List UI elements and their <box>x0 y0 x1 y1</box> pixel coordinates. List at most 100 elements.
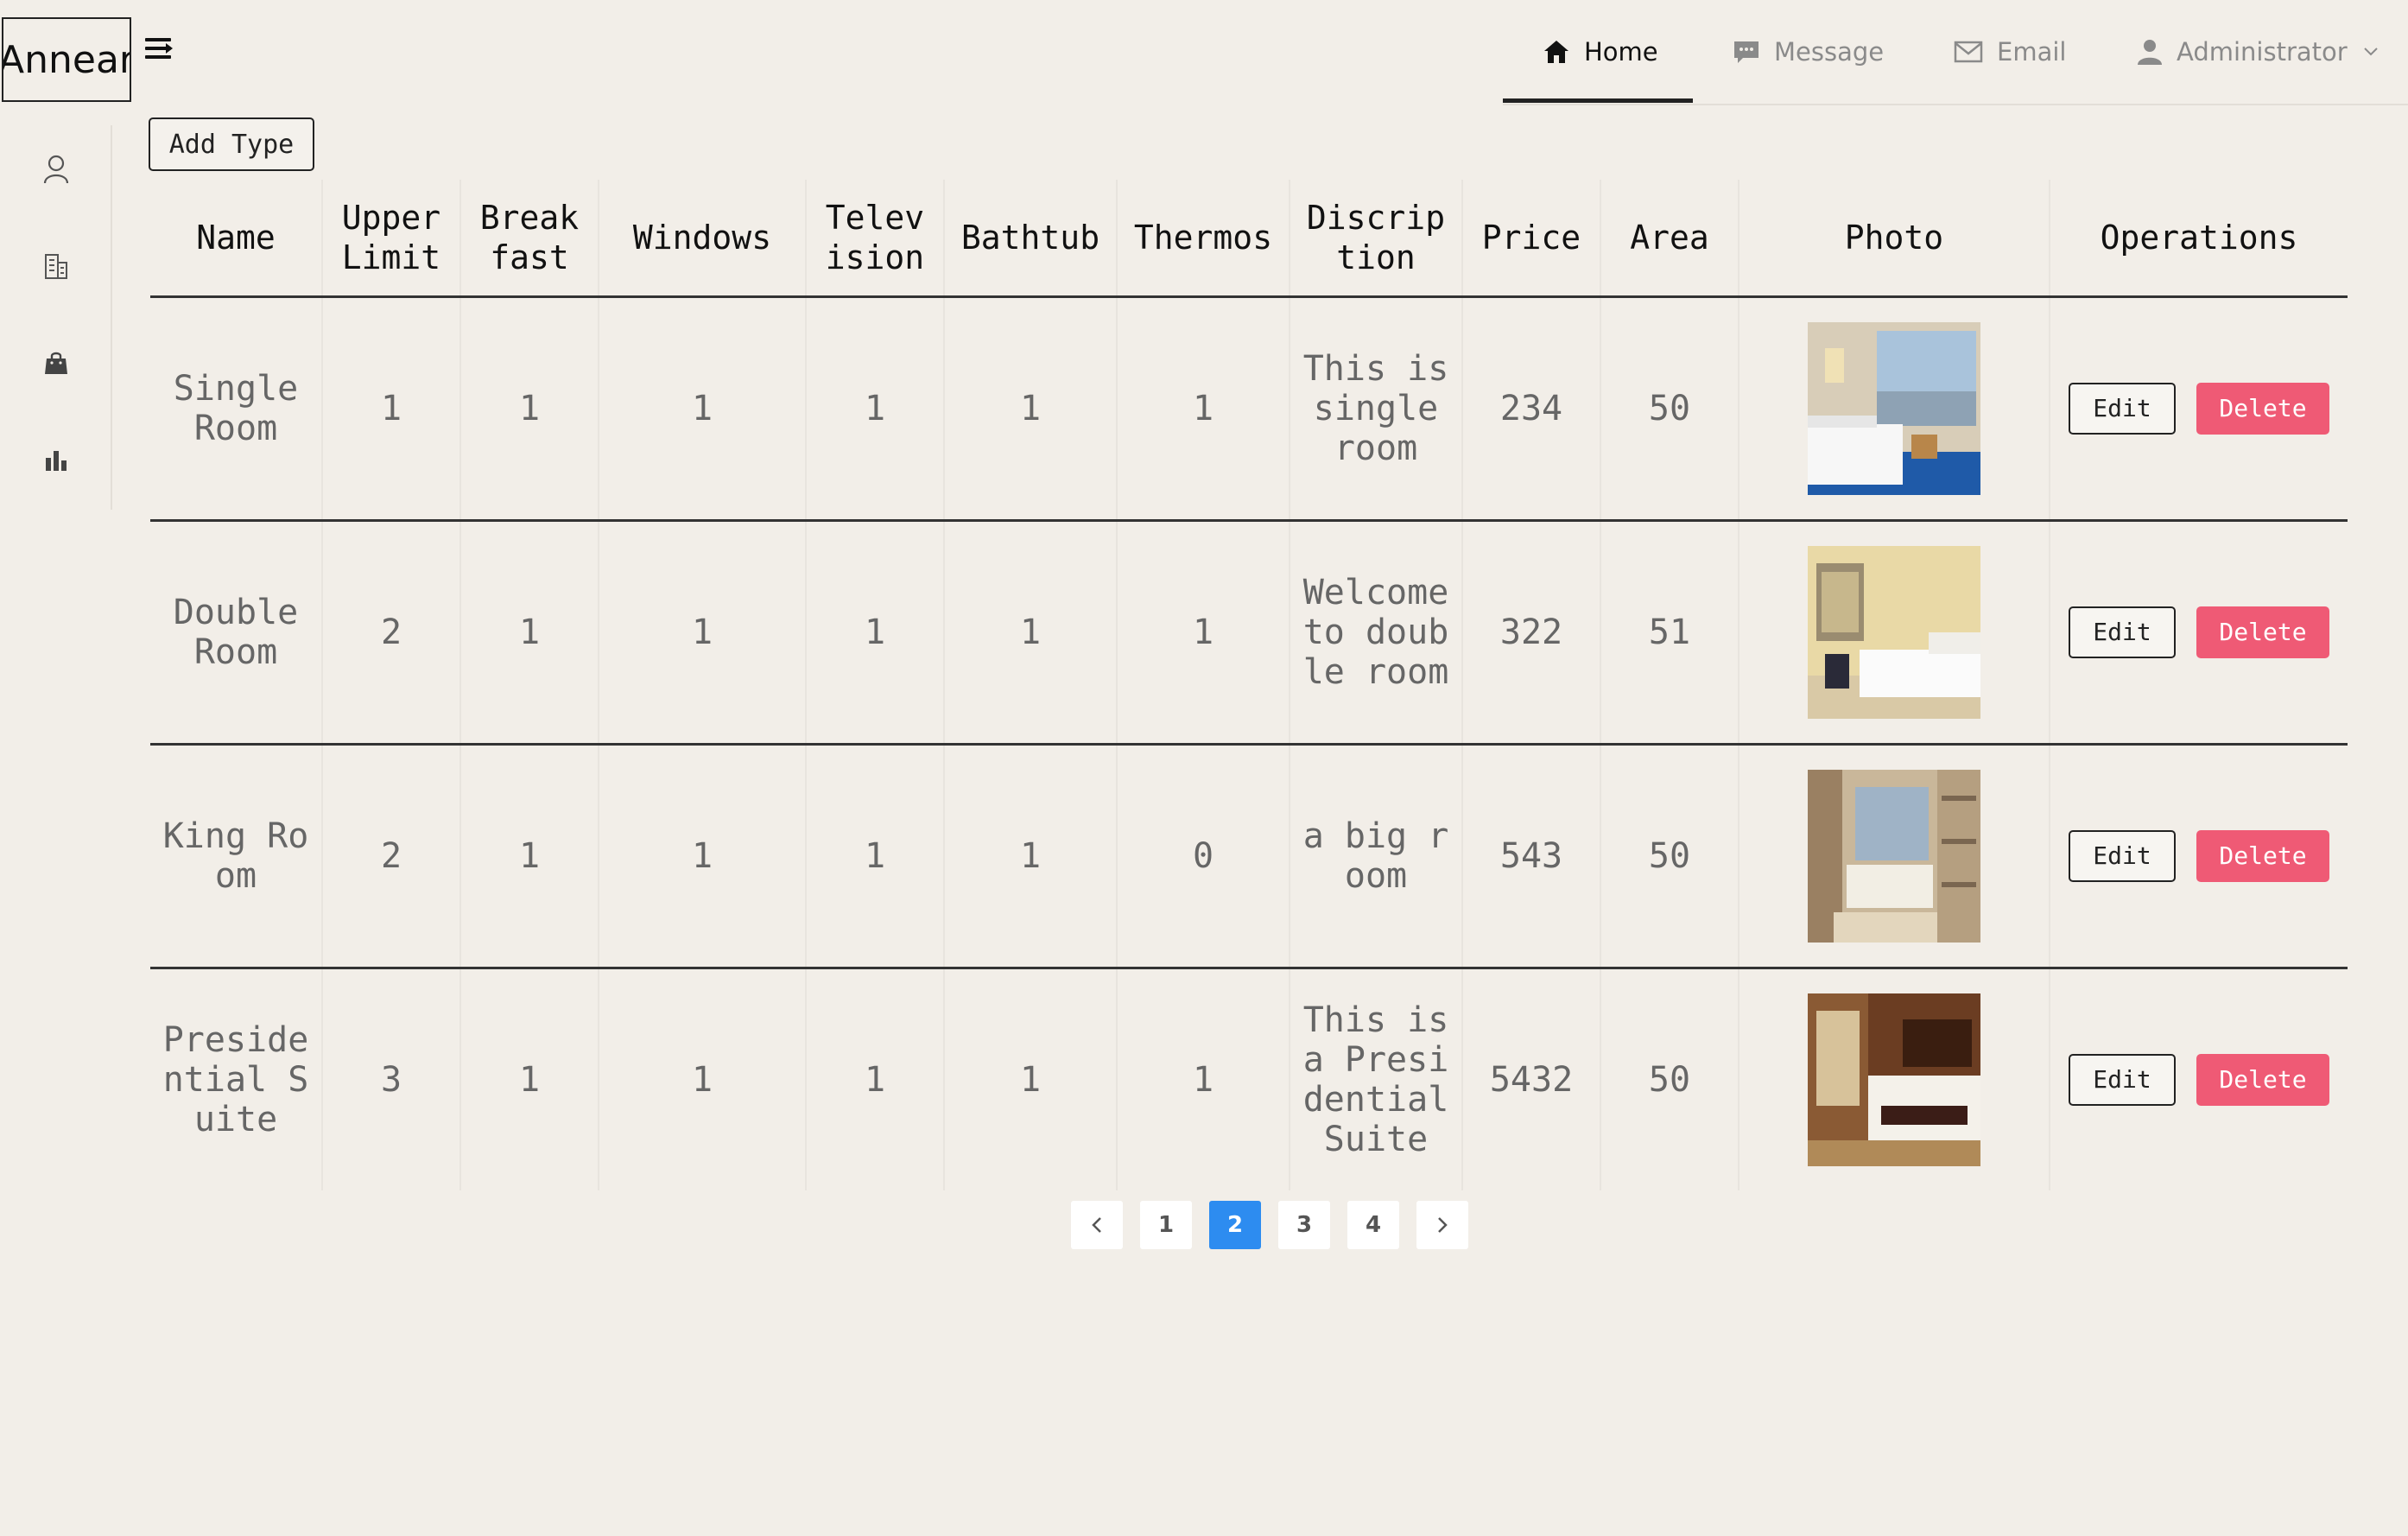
home-icon <box>1544 41 1568 63</box>
column-header-television: Telev ision <box>807 180 945 295</box>
nav-email-label: Email <box>1997 37 2067 67</box>
cell-windows: 1 <box>599 746 807 967</box>
table-row: Presidential Suite 3 1 1 1 1 1 This is a… <box>150 969 2348 1190</box>
edit-button[interactable]: Edit <box>2069 830 2176 882</box>
cell-area: 51 <box>1601 522 1739 743</box>
delete-button[interactable]: Delete <box>2196 606 2329 658</box>
cell-description: Welcome to double room <box>1290 522 1463 743</box>
edit-button[interactable]: Edit <box>2069 383 2176 435</box>
room-photo <box>1808 993 1980 1166</box>
cell-photo <box>1739 298 2050 519</box>
cell-photo <box>1739 522 2050 743</box>
cell-television: 1 <box>807 746 945 967</box>
cell-upper-limit: 1 <box>323 298 461 519</box>
cell-name: Presidential Suite <box>150 969 323 1190</box>
nav-home-label: Home <box>1584 37 1658 67</box>
cell-price: 322 <box>1463 522 1601 743</box>
cell-operations: Edit Delete <box>2050 298 2348 519</box>
room-photo <box>1808 770 1980 943</box>
cell-name: King Room <box>150 746 323 967</box>
delete-button[interactable]: Delete <box>2196 1054 2329 1106</box>
cell-operations: Edit Delete <box>2050 969 2348 1190</box>
cell-breakfast: 1 <box>461 522 599 743</box>
cell-photo <box>1739 969 2050 1190</box>
column-header-name: Name <box>150 180 323 295</box>
cell-thermos: 1 <box>1118 298 1290 519</box>
chevron-down-icon <box>2363 48 2378 56</box>
cell-operations: Edit Delete <box>2050 746 2348 967</box>
nav-message[interactable]: Message <box>1733 0 1884 104</box>
column-header-bathtub: Bathtub <box>945 180 1118 295</box>
cell-thermos: 1 <box>1118 969 1290 1190</box>
cell-description: This is a Presidential Suite <box>1290 969 1463 1190</box>
delete-button[interactable]: Delete <box>2196 830 2329 882</box>
user-icon <box>2138 40 2162 65</box>
cell-name: Double Room <box>150 522 323 743</box>
delete-button[interactable]: Delete <box>2196 383 2329 435</box>
cell-television: 1 <box>807 298 945 519</box>
page-2-button[interactable]: 2 <box>1209 1201 1261 1249</box>
room-photo <box>1808 546 1980 719</box>
page-4-button[interactable]: 4 <box>1347 1201 1399 1249</box>
cell-television: 1 <box>807 969 945 1190</box>
app-logo: Annear <box>2 17 131 102</box>
cell-price: 234 <box>1463 298 1601 519</box>
cell-windows: 1 <box>599 298 807 519</box>
user-icon[interactable] <box>40 153 73 186</box>
page-1-button[interactable]: 1 <box>1140 1201 1192 1249</box>
cell-name: Single Room <box>150 298 323 519</box>
cell-price: 5432 <box>1463 969 1601 1190</box>
bar-chart-icon[interactable] <box>40 443 73 476</box>
cell-bathtub: 1 <box>945 522 1118 743</box>
column-header-description: Discrip tion <box>1290 180 1463 295</box>
column-header-upper-limit: Upper Limit <box>323 180 461 295</box>
cell-bathtub: 1 <box>945 746 1118 967</box>
nav-home[interactable]: Home <box>1543 0 1658 104</box>
cell-description: a big room <box>1290 746 1463 967</box>
previous-page-button[interactable] <box>1071 1201 1123 1249</box>
column-header-operations: Operations <box>2100 219 2298 257</box>
column-header-photo: Photo <box>1739 180 2050 295</box>
cell-area: 50 <box>1601 746 1739 967</box>
column-header-windows: Windows <box>599 180 807 295</box>
building-icon[interactable] <box>40 250 73 282</box>
nav-administrator[interactable]: Administrator <box>2137 0 2379 104</box>
page-3-button[interactable]: 3 <box>1278 1201 1330 1249</box>
edit-button[interactable]: Edit <box>2069 606 2176 658</box>
cell-upper-limit: 2 <box>323 746 461 967</box>
cell-thermos: 0 <box>1118 746 1290 967</box>
chat-icon <box>1734 41 1758 63</box>
cell-area: 50 <box>1601 969 1739 1190</box>
cell-upper-limit: 3 <box>323 969 461 1190</box>
cell-breakfast: 1 <box>461 298 599 519</box>
column-header-area: Area <box>1601 180 1739 295</box>
cell-thermos: 1 <box>1118 522 1290 743</box>
sidebar <box>0 125 112 510</box>
cell-price: 543 <box>1463 746 1601 967</box>
menu-toggle-icon[interactable] <box>145 36 174 62</box>
edit-button[interactable]: Edit <box>2069 1054 2176 1106</box>
chevron-right-icon <box>1438 1217 1448 1233</box>
cell-bathtub: 1 <box>945 969 1118 1190</box>
chevron-left-icon <box>1092 1217 1101 1233</box>
nav-email[interactable]: Email <box>1954 0 2066 104</box>
cell-area: 50 <box>1601 298 1739 519</box>
table-row: Single Room 1 1 1 1 1 1 This is single r… <box>150 298 2348 522</box>
room-type-table: Name Upper Limit Break fast Windows Tele… <box>150 180 2348 1190</box>
next-page-button[interactable] <box>1416 1201 1468 1249</box>
nav-administrator-label: Administrator <box>2177 37 2348 67</box>
bag-icon[interactable] <box>40 346 73 379</box>
cell-windows: 1 <box>599 969 807 1190</box>
active-tab-indicator <box>1503 98 1693 103</box>
table-row: King Room 2 1 1 1 1 0 a big room 543 50 … <box>150 746 2348 969</box>
add-type-button[interactable]: Add Type <box>149 117 314 171</box>
column-header-thermos: Thermos <box>1118 180 1290 295</box>
cell-windows: 1 <box>599 522 807 743</box>
table-header: Name Upper Limit Break fast Windows Tele… <box>150 180 2348 298</box>
column-header-breakfast: Break fast <box>461 180 599 295</box>
cell-photo <box>1739 746 2050 967</box>
cell-television: 1 <box>807 522 945 743</box>
cell-upper-limit: 2 <box>323 522 461 743</box>
column-header-price: Price <box>1463 180 1601 295</box>
envelope-icon <box>1954 41 1983 63</box>
